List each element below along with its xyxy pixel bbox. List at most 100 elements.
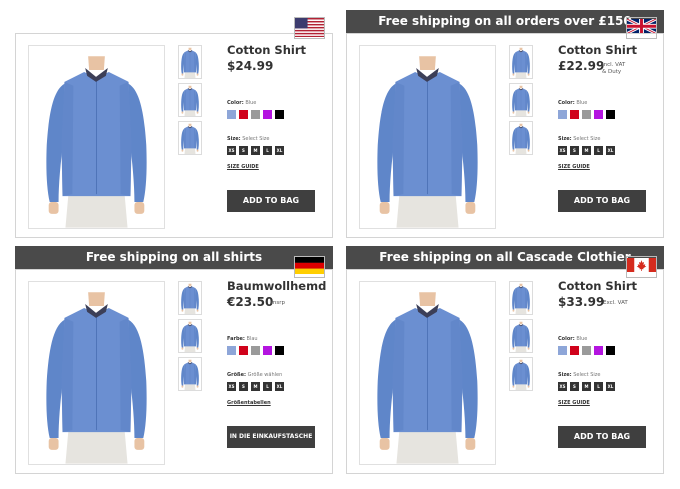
size-option-xl[interactable]: XL: [275, 146, 284, 155]
size-label: Size: Select Size: [227, 136, 270, 142]
size-options: XS S M L XL: [558, 382, 618, 391]
size-option-m[interactable]: M: [582, 146, 591, 155]
color-swatch-purple[interactable]: [594, 110, 603, 119]
size-option-xl[interactable]: XL: [275, 382, 284, 391]
color-swatch-red[interactable]: [570, 346, 579, 355]
color-swatch-blue[interactable]: [227, 346, 236, 355]
size-option-l[interactable]: L: [263, 382, 272, 391]
size-guide-link[interactable]: Größentabellen: [227, 400, 271, 406]
color-label: Color: Blue: [558, 100, 588, 106]
size-option-m[interactable]: M: [251, 146, 260, 155]
product-card-ca: Free shipping on all Cascade Clothier Co…: [346, 246, 664, 474]
size-value: Select Size: [573, 372, 601, 378]
color-label: Farbe: Blau: [227, 336, 258, 342]
shipping-banner: Free shipping on all Cascade Clothier: [346, 246, 664, 269]
color-swatch-purple[interactable]: [594, 346, 603, 355]
size-option-xs[interactable]: XS: [558, 146, 567, 155]
color-swatch-gray[interactable]: [251, 346, 260, 355]
color-swatch-purple[interactable]: [263, 346, 272, 355]
add-to-bag-button[interactable]: ADD TO BAG: [558, 426, 646, 448]
color-swatches: [558, 346, 618, 355]
size-options: XS S M L XL: [227, 146, 287, 155]
color-swatch-blue[interactable]: [227, 110, 236, 119]
size-option-xs[interactable]: XS: [558, 382, 567, 391]
size-guide-link[interactable]: SIZE GUIDE: [227, 164, 259, 170]
size-option-m[interactable]: M: [582, 382, 591, 391]
size-options: XS S M L XL: [558, 146, 618, 155]
size-option-s[interactable]: S: [239, 382, 248, 391]
product-thumbnail-3[interactable]: [509, 121, 533, 155]
size-option-xl[interactable]: XL: [606, 146, 615, 155]
add-to-bag-button[interactable]: IN DIE EINKAUFSTASCHE: [227, 426, 315, 448]
product-thumbnail-2[interactable]: [178, 83, 202, 117]
size-label: Size: Select Size: [558, 372, 601, 378]
size-label: Größe: Größe wählen: [227, 372, 283, 378]
color-swatch-black[interactable]: [275, 346, 284, 355]
color-swatch-gray[interactable]: [251, 110, 260, 119]
product-thumbnail-2[interactable]: [178, 319, 202, 353]
product-thumbnail-3[interactable]: [509, 357, 533, 391]
size-option-l[interactable]: L: [263, 146, 272, 155]
product-card-de: Free shipping on all shirts Baumwollhemd…: [15, 246, 333, 474]
product-main-image[interactable]: [359, 45, 496, 229]
size-value: Select Size: [573, 136, 601, 142]
price-note-line-1: Incl. VAT: [602, 62, 626, 68]
add-to-bag-button[interactable]: ADD TO BAG: [558, 190, 646, 212]
color-swatch-black[interactable]: [606, 110, 615, 119]
product-thumbnail-1[interactable]: [178, 281, 202, 315]
color-swatch-black[interactable]: [606, 346, 615, 355]
product-thumbnail-1[interactable]: [178, 45, 202, 79]
product-main-image[interactable]: [359, 281, 496, 465]
product-main-image[interactable]: [28, 281, 165, 465]
color-swatch-blue[interactable]: [558, 346, 567, 355]
size-option-xl[interactable]: XL: [606, 382, 615, 391]
size-option-s[interactable]: S: [570, 146, 579, 155]
color-swatch-blue[interactable]: [558, 110, 567, 119]
color-swatch-red[interactable]: [239, 110, 248, 119]
color-swatch-red[interactable]: [239, 346, 248, 355]
size-option-xs[interactable]: XS: [227, 146, 236, 155]
product-thumbnail-1[interactable]: [509, 281, 533, 315]
color-label: Color: Blue: [558, 336, 588, 342]
size-value: Select Size: [242, 136, 270, 142]
product-thumbnail-2[interactable]: [509, 319, 533, 353]
price-note-line-2: & Duty: [602, 69, 622, 75]
product-card-uk: Free shipping on all orders over £150 Co…: [346, 10, 664, 238]
size-option-xs[interactable]: XS: [227, 382, 236, 391]
product-main-image[interactable]: [28, 45, 165, 229]
size-option-l[interactable]: L: [594, 382, 603, 391]
size-value: Größe wählen: [247, 372, 283, 378]
product-title: Cotton Shirt: [227, 43, 307, 57]
color-value: Blue: [245, 100, 257, 106]
product-title: Baumwollhemd: [227, 279, 327, 293]
product-thumbnail-1[interactable]: [509, 45, 533, 79]
product-thumbnail-2[interactable]: [509, 83, 533, 117]
size-option-m[interactable]: M: [251, 382, 260, 391]
product-title: Cotton Shirt: [558, 43, 638, 57]
size-option-s[interactable]: S: [239, 146, 248, 155]
color-label: Color: Blue: [227, 100, 257, 106]
size-option-l[interactable]: L: [594, 146, 603, 155]
shipping-banner: Free shipping on all shirts: [15, 246, 333, 269]
color-swatches: [558, 110, 618, 119]
size-guide-link[interactable]: SIZE GUIDE: [558, 400, 590, 406]
product-thumbnail-3[interactable]: [178, 357, 202, 391]
color-value: Blue: [576, 336, 588, 342]
product-thumbnail-3[interactable]: [178, 121, 202, 155]
color-swatch-gray[interactable]: [582, 110, 591, 119]
size-guide-link[interactable]: SIZE GUIDE: [558, 164, 590, 170]
product-card-us: Cotton Shirt $24.99 Color: Blue Size: Se…: [15, 17, 333, 238]
product-price: £22.99: [558, 59, 605, 73]
uk-flag-icon[interactable]: [626, 17, 657, 39]
size-option-s[interactable]: S: [570, 382, 579, 391]
shipping-banner: Free shipping on all orders over £150: [346, 10, 664, 33]
color-swatch-red[interactable]: [570, 110, 579, 119]
germany-flag-icon[interactable]: [294, 256, 325, 278]
color-swatch-gray[interactable]: [582, 346, 591, 355]
product-title: Cotton Shirt: [558, 279, 638, 293]
color-swatch-black[interactable]: [275, 110, 284, 119]
us-flag-icon[interactable]: [294, 17, 325, 39]
color-swatch-purple[interactable]: [263, 110, 272, 119]
canada-flag-icon[interactable]: [626, 256, 657, 278]
add-to-bag-button[interactable]: ADD TO BAG: [227, 190, 315, 212]
